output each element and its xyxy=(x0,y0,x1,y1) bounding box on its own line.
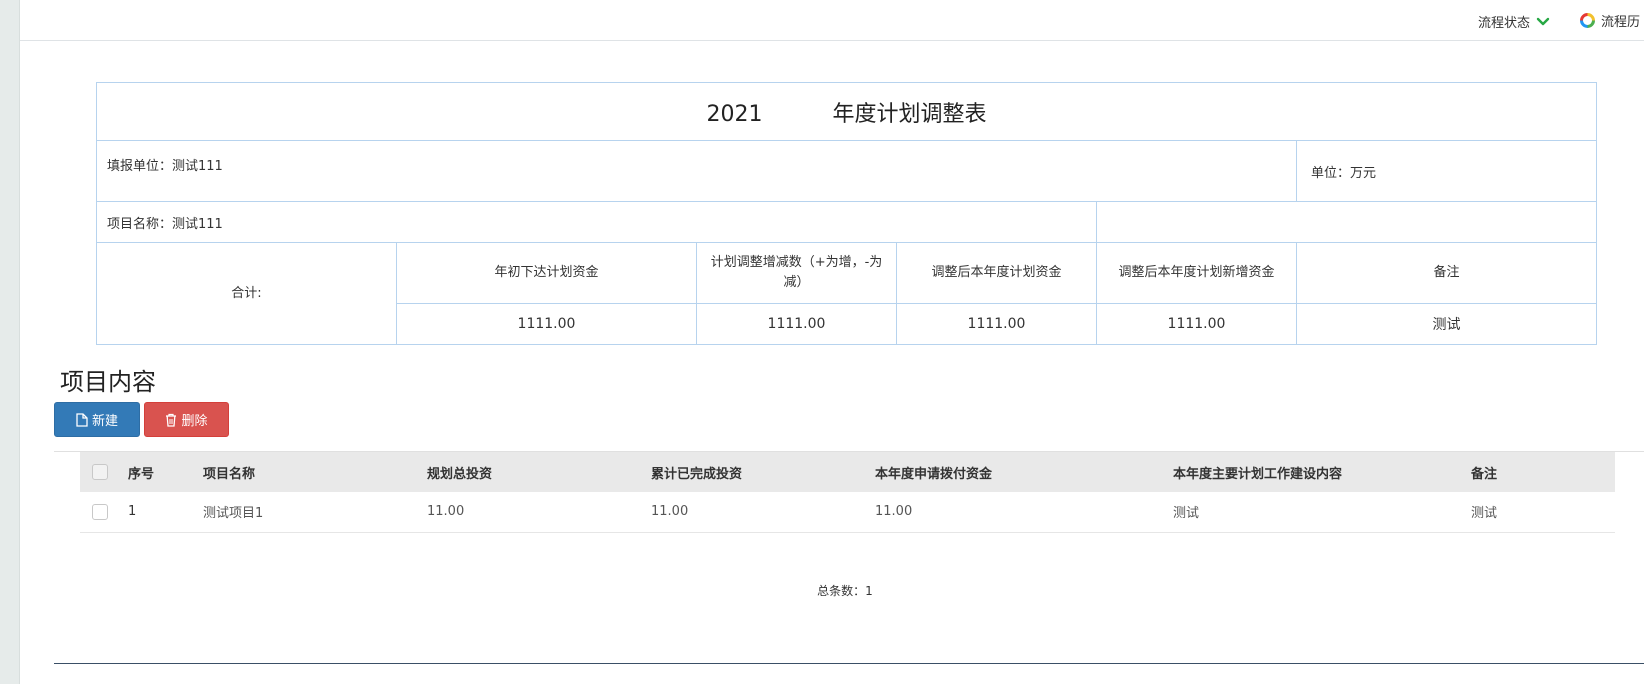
plan-title-cell: 2021 年度计划调整表 xyxy=(95,82,1598,141)
delete-button-label: 删除 xyxy=(181,414,208,429)
table-header-row: 序号 项目名称 规划总投资 累计已完成投资 本年度申请拨付资金 本年度主要计划工… xyxy=(80,452,1615,492)
row-select-cell xyxy=(80,492,124,533)
plan-value-adjustment: 1111.00 xyxy=(696,303,897,345)
process-history-label: 流程历 xyxy=(1601,15,1641,30)
row-index: 1 xyxy=(124,492,199,533)
trash-icon xyxy=(166,413,177,427)
new-button-label: 新建 xyxy=(91,414,118,429)
row-work-content: 测试 xyxy=(1169,492,1467,533)
file-icon xyxy=(76,412,88,427)
bottom-divider xyxy=(54,663,1644,664)
process-status-label: 流程状态 xyxy=(1478,16,1531,31)
project-name-label: 项目名称： xyxy=(107,216,173,232)
select-all-checkbox[interactable] xyxy=(92,464,108,480)
process-status-toggle[interactable]: 流程状态 xyxy=(1478,12,1550,31)
project-list-container: 序号 项目名称 规划总投资 累计已完成投资 本年度申请拨付资金 本年度主要计划工… xyxy=(54,451,1644,533)
project-name-cell: 项目名称：测试111 xyxy=(96,201,1097,243)
row-remark: 测试 xyxy=(1467,492,1615,533)
section-title: 项目内容 xyxy=(60,368,156,396)
row-requested-funds: 11.00 xyxy=(871,492,1169,533)
total-label: 合计: xyxy=(231,285,262,301)
row-completed-investment: 11.00 xyxy=(647,492,871,533)
unit-cell: 单位：万元 xyxy=(1295,140,1598,202)
col-header-planned-investment[interactable]: 规划总投资 xyxy=(423,452,647,492)
plan-value-adjusted: 1111.00 xyxy=(896,303,1097,345)
total-count: 总条数：1 xyxy=(817,584,873,598)
project-name-value: 测试111 xyxy=(172,216,223,232)
unit-value: 万元 xyxy=(1350,165,1377,181)
plan-title: 年度计划调整表 xyxy=(832,101,987,127)
ring-icon xyxy=(1580,13,1595,28)
plan-adjustment-table: 2021 年度计划调整表 填报单位：测试111 单位：万元 项目名称：测试111 … xyxy=(95,82,1598,345)
col-header-index[interactable]: 序号 xyxy=(124,452,199,492)
report-unit-value: 测试111 xyxy=(172,159,223,174)
left-sidebar-strip xyxy=(0,0,20,684)
plan-value-remark: 测试 xyxy=(1295,303,1598,345)
plan-header-adjusted-new: 调整后本年度计划新增资金 xyxy=(1096,242,1297,304)
col-header-project-name[interactable]: 项目名称 xyxy=(199,452,423,492)
report-unit-cell: 填报单位：测试111 xyxy=(96,140,1297,202)
plan-header-adjustment: 计划调整增减数（+为增，-为减） xyxy=(696,242,897,304)
table-row[interactable]: 1 测试项目1 11.00 11.00 11.00 测试 测试 xyxy=(80,492,1615,533)
select-all-cell xyxy=(80,452,124,492)
unit-label: 单位： xyxy=(1311,165,1351,181)
top-bar: 流程状态 流程历 xyxy=(20,0,1644,41)
delete-button[interactable]: 删除 xyxy=(144,402,229,437)
plan-year: 2021 xyxy=(706,101,763,127)
plan-value-adjusted-new: 1111.00 xyxy=(1096,303,1297,345)
col-header-work-content[interactable]: 本年度主要计划工作建设内容 xyxy=(1169,452,1467,492)
project-list-table: 序号 项目名称 规划总投资 累计已完成投资 本年度申请拨付资金 本年度主要计划工… xyxy=(80,452,1615,533)
plan-header-adjusted: 调整后本年度计划资金 xyxy=(896,242,1097,304)
total-label-cell: 合计: xyxy=(96,242,397,345)
chevron-down-icon xyxy=(1536,17,1550,25)
row-project-name: 测试项目1 xyxy=(199,492,423,533)
new-button[interactable]: 新建 xyxy=(54,402,140,437)
col-header-requested-funds[interactable]: 本年度申请拨付资金 xyxy=(871,452,1169,492)
process-history-link[interactable]: 流程历 xyxy=(1580,11,1640,30)
row-checkbox[interactable] xyxy=(92,503,108,520)
col-header-completed-investment[interactable]: 累计已完成投资 xyxy=(647,452,871,492)
plan-header-remark: 备注 xyxy=(1295,242,1598,304)
row-planned-investment: 11.00 xyxy=(423,492,647,533)
col-header-remark[interactable]: 备注 xyxy=(1467,452,1615,492)
plan-header-initial: 年初下达计划资金 xyxy=(396,242,697,304)
report-unit-label: 填报单位： xyxy=(107,159,173,174)
plan-value-initial: 1111.00 xyxy=(396,303,697,345)
empty-cell xyxy=(1095,201,1598,243)
